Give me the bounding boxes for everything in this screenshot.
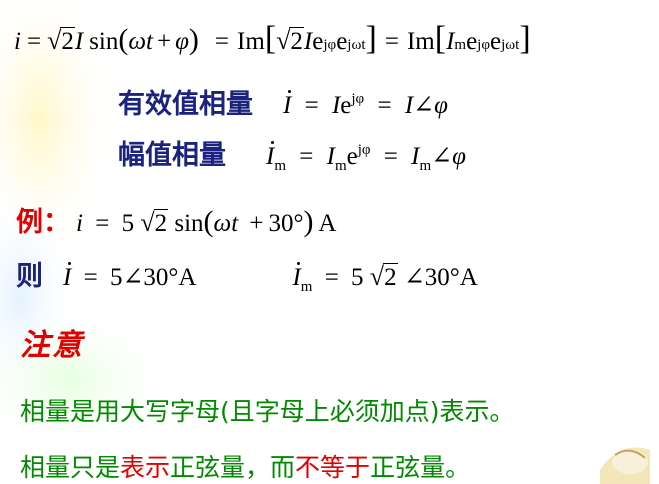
body-line-1: 相量是用大写字母(且字母上必须加点)表示。 <box>20 392 515 428</box>
amplitude-phasor-formula: Im = Imejφ = Im∠φ <box>266 141 466 174</box>
then-label: 则 <box>16 261 43 292</box>
result-amplitude: Im = 5 √ 2 ∠30°A <box>292 262 478 295</box>
note-label: 注意 <box>20 328 84 363</box>
body-line-2-highlight-1: 表示 <box>120 453 171 482</box>
amplitude-phasor-label: 幅值相量 <box>118 140 226 171</box>
result-effective: I = 5∠30°A <box>63 262 197 291</box>
body-line-2-a: 相量只是 <box>20 453 121 482</box>
effective-phasor-row: 有效值相量 I = Iejφ = I∠φ <box>118 82 448 121</box>
amplitude-phasor-row: 幅值相量 Im = Imejφ = Im∠φ <box>118 133 466 175</box>
symbol-i: i <box>14 28 21 55</box>
result-row: 则 I = 5∠30°A Im = 5 √ 2 ∠30°A <box>16 254 478 296</box>
effective-phasor-formula: I = Iejφ = I∠φ <box>283 90 448 119</box>
effective-phasor-label: 有效值相量 <box>118 89 253 120</box>
body-line-2-highlight-2: 不等于 <box>295 453 371 482</box>
symbol-I: I <box>74 28 84 55</box>
note-heading: 注意 <box>20 320 84 364</box>
example-row: 例： i = 5 √ 2 sin(ωt +30°) A <box>16 200 336 239</box>
body-line-1-text: 相量是用大写字母(且字母上必须加点)表示。 <box>20 397 515 426</box>
im-operator: Im <box>237 28 265 55</box>
body-line-2-c: 正弦量，而 <box>170 453 296 482</box>
body-line-2: 相量只是 表示 正弦量，而 不等于 正弦量。 <box>20 448 470 484</box>
equals: = <box>26 28 42 55</box>
sin: sin <box>89 28 119 55</box>
example-formula: i = 5 √ 2 sin(ωt +30°) A <box>76 205 337 238</box>
example-label: 例： <box>16 207 70 238</box>
body-line-2-e: 正弦量。 <box>370 453 471 482</box>
sqrt: √ 2 <box>47 26 75 55</box>
formula-instantaneous: i = √ 2 I sin (ω t + φ) = Im [ √ 2 Ie jφ e jωt … <box>14 20 531 57</box>
